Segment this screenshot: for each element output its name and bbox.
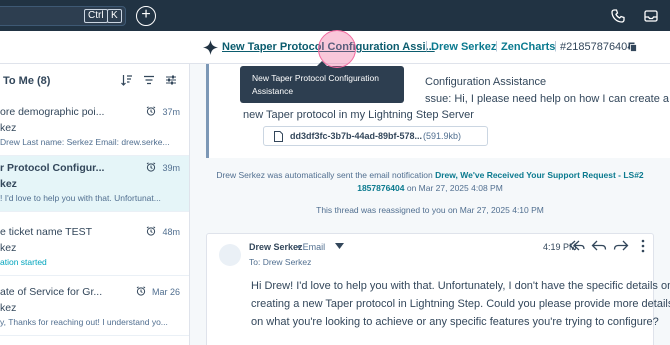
ticket-item-contact: kez: [0, 302, 17, 314]
email-subject: Configuration Assistance: [425, 76, 547, 88]
sla-alarm-icon: [146, 106, 156, 116]
company-link[interactable]: ZenCharts: [501, 41, 555, 53]
reply-body-line: Hi Drew! I'd love to help you with that.…: [251, 280, 670, 292]
reply-icon[interactable]: [591, 239, 607, 253]
ticket-item-preview: Drew Last name: Serkez Email: drew.serke…: [0, 137, 170, 147]
sort-icon[interactable]: [121, 74, 133, 86]
ticket-id: #21857876404: [560, 41, 634, 53]
reassignment-event: This thread was reassigned to you on Mar…: [316, 205, 544, 215]
ticket-item-status: ation started: [0, 257, 47, 267]
sla-alarm-icon: [146, 162, 156, 172]
reply-all-icon[interactable]: [569, 239, 585, 253]
ticket-item-contact: kez: [0, 242, 17, 254]
header-divider: |: [495, 40, 498, 52]
ticket-list-item[interactable]: ate of Service for Gr... kez y, Thanks f…: [0, 280, 189, 336]
reply-channel: • Email: [297, 242, 326, 252]
ticket-list-item-selected[interactable]: r Protocol Configur... kez ! I'd love to…: [0, 156, 189, 212]
top-nav-bar: Ctrl K +: [0, 0, 670, 31]
ticket-item-title: r Protocol Configur...: [0, 162, 105, 174]
notification-date: on Mar 27, 2025 4:08 PM: [404, 183, 503, 193]
create-new-button[interactable]: +: [136, 6, 156, 26]
attachment-chip[interactable]: dd3df3fc-3b7b-44ad-89bf-578... (591.9kb): [263, 126, 488, 146]
ticket-list-sidebar: To Me (8) ore demographic poi... kez Dre…: [0, 64, 190, 345]
reply-body-line: on what you're looking to achieve or any…: [251, 316, 659, 328]
email-body-text: new Taper protocol in my Lightning Step …: [243, 109, 474, 121]
ticket-list-item[interactable]: e ticket name TEST kez ation started 48m: [0, 220, 189, 276]
ticket-item-time: 48m: [162, 227, 180, 237]
notification-email-link-cont[interactable]: 1857876404: [357, 183, 404, 193]
file-icon: [274, 131, 283, 142]
notification-email-link[interactable]: Drew, We've Received Your Support Reques…: [435, 170, 644, 180]
notification-event-line1: Drew Serkez was automatically sent the e…: [190, 170, 670, 180]
search-shortcut-k: K: [107, 9, 122, 23]
ticket-item-time: 37m: [162, 107, 180, 117]
sla-alarm-icon: [136, 286, 146, 296]
ticket-item-title: ate of Service for Gr...: [0, 286, 103, 298]
reply-sender-name[interactable]: Drew Serkez: [249, 242, 303, 252]
notification-event-line2: 1857876404 on Mar 27, 2025 4:08 PM: [190, 183, 670, 193]
header-divider: |: [554, 40, 557, 52]
contact-link[interactable]: Drew Serkez: [431, 41, 496, 53]
filter-icon[interactable]: [143, 74, 155, 86]
more-options-icon[interactable]: [635, 239, 651, 253]
ticket-item-title: e ticket name TEST: [0, 226, 93, 238]
chevron-down-icon[interactable]: [335, 243, 344, 250]
tooltip-line: New Taper Protocol Configuration: [252, 73, 379, 83]
ticket-item-contact: kez: [0, 178, 17, 190]
ticket-item-contact: kez: [0, 122, 17, 134]
attachment-size: (591.9kb): [423, 131, 462, 141]
ticket-list-item[interactable]: ore demographic poi... kez Drew Last nam…: [0, 100, 189, 156]
ticket-item-preview: ! I'd love to help you with that. Unfort…: [0, 193, 161, 203]
avatar: [219, 244, 241, 266]
ticket-title-tooltip: New Taper Protocol Configuration Assista…: [240, 61, 404, 103]
notification-prefix: Drew Serkez was automatically sent the e…: [216, 170, 433, 180]
sla-alarm-icon: [146, 226, 156, 236]
list-heading: To Me (8): [3, 75, 51, 87]
copy-icon[interactable]: [628, 42, 637, 52]
reply-recipient: To: Drew Serkez: [249, 257, 312, 267]
ticket-item-preview: y, Thanks for reaching out! I understand…: [0, 317, 168, 327]
email-issue-text: ssue: Hi, I please need help on how I ca…: [425, 93, 669, 105]
conversation-thread: Configuration Assistance ssue: Hi, I ple…: [190, 64, 670, 345]
ticket-item-time: 39m: [162, 163, 180, 173]
tooltip-line: Assistance: [252, 86, 294, 96]
reply-email-card: Drew Serkez • Email To: Drew Serkez 4:19…: [206, 233, 670, 345]
phone-icon[interactable]: [610, 8, 626, 24]
reply-body-line: creating a new Taper protocol in Lightni…: [251, 298, 670, 310]
sparkle-icon: [203, 40, 218, 55]
forward-icon[interactable]: [613, 239, 629, 253]
search-shortcut-ctrl: Ctrl: [84, 9, 108, 23]
settings-sliders-icon[interactable]: [165, 74, 177, 86]
ticket-item-time: Mar 26: [151, 287, 180, 297]
ticket-item-title: ore demographic poi...: [0, 106, 105, 118]
inbox-icon[interactable]: [643, 8, 659, 24]
click-highlight: [318, 30, 356, 68]
header-divider: |: [425, 40, 428, 52]
attachment-filename: dd3df3fc-3b7b-44ad-89bf-578...: [290, 131, 423, 141]
